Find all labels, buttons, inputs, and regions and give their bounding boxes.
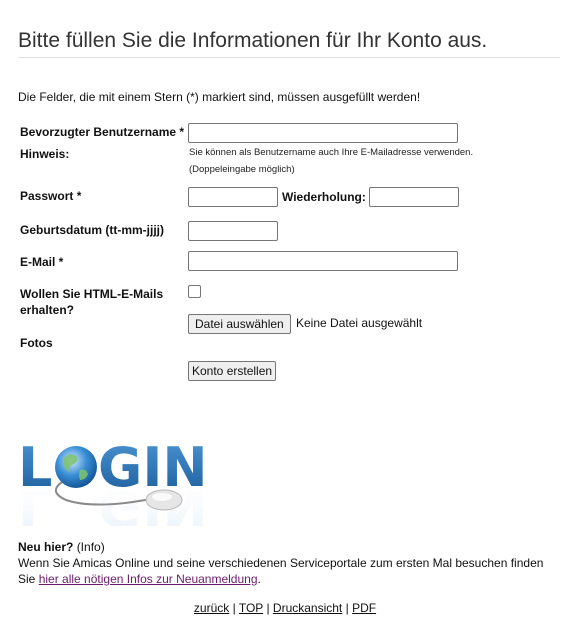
- hint-text-line1: Sie können als Benutzername auch Ihre E-…: [189, 147, 474, 158]
- footer-separator: |: [232, 601, 236, 615]
- new-here-info: (Info): [76, 540, 105, 554]
- password-input[interactable]: [188, 187, 278, 207]
- hint-text-line2: (Doppeleingabe möglich): [189, 164, 295, 175]
- file-choose-button[interactable]: Datei auswählen: [188, 314, 291, 334]
- file-status-text: Keine Datei ausgewählt: [296, 316, 423, 330]
- password-label: Passwort *: [20, 189, 82, 203]
- footer-link-print[interactable]: Druckansicht: [273, 601, 342, 615]
- login-logo: L GIN L GIN: [18, 436, 206, 526]
- password-repeat-label: Wiederholung:: [282, 190, 366, 204]
- svg-text:L: L: [18, 475, 52, 526]
- hint-label: Hinweis:: [20, 147, 70, 161]
- required-fields-note: Die Felder, die mit einem Stern (*) mark…: [18, 90, 421, 104]
- create-account-button[interactable]: Konto erstellen: [188, 361, 277, 381]
- photos-label: Fotos: [20, 336, 53, 350]
- html-mail-checkbox[interactable]: [188, 285, 201, 298]
- birthdate-input[interactable]: [188, 221, 278, 241]
- footer-link-back[interactable]: zurück: [194, 601, 229, 615]
- new-here-heading: Neu hier?: [18, 540, 74, 554]
- footer-link-pdf[interactable]: PDF: [352, 601, 376, 615]
- username-input[interactable]: [188, 123, 458, 143]
- footer-link-top[interactable]: TOP: [239, 601, 263, 615]
- username-label: Bevorzugter Benutzername *: [20, 125, 185, 139]
- email-input[interactable]: [188, 251, 458, 271]
- registration-info-link[interactable]: hier alle nötigen Infos zur Neuanmeldung: [39, 572, 258, 586]
- new-here-section: Neu hier? (Info) Wenn Sie Amicas Online …: [18, 539, 558, 587]
- title-divider: [18, 57, 560, 58]
- birthdate-label: Geburtsdatum (tt-mm-jjjj): [20, 223, 164, 237]
- new-here-end: .: [257, 572, 261, 586]
- email-label: E-Mail *: [20, 255, 64, 269]
- footer-separator: |: [345, 601, 349, 615]
- html-mail-label: Wollen Sie HTML-E-Mails erhalten?: [20, 287, 164, 317]
- footer-nav: zurück | TOP | Druckansicht | PDF: [0, 601, 570, 615]
- footer-separator: |: [266, 601, 270, 615]
- page-title: Bitte füllen Sie die Informationen für I…: [18, 29, 488, 52]
- password-repeat-input[interactable]: [369, 187, 459, 207]
